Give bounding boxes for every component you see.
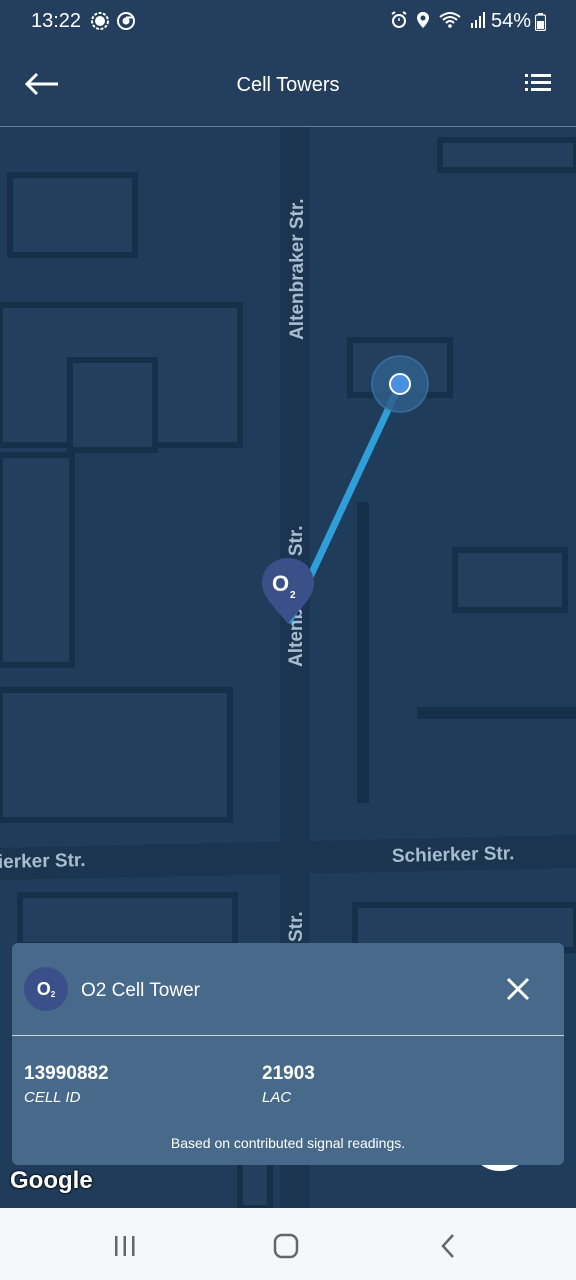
battery-percent: 54%	[490, 10, 531, 32]
system-nav-bar	[0, 1208, 576, 1280]
card-title: O2 Cell Tower	[81, 980, 200, 1001]
back-icon	[441, 1234, 454, 1258]
cell-id-stat: 13990882 CELL ID	[24, 1063, 109, 1106]
card-header: O 2 O2 Cell Tower	[12, 943, 564, 1036]
cell-signal-icon	[471, 12, 485, 28]
operator-avatar: O 2	[24, 967, 68, 1011]
status-icons-left	[90, 11, 136, 31]
lac-label: LAC	[262, 1089, 292, 1106]
signal-messenger-icon	[91, 12, 109, 30]
home-button[interactable]	[262, 1228, 310, 1264]
recents-icon	[115, 1236, 135, 1256]
system-back-button[interactable]	[424, 1228, 472, 1264]
battery-icon	[535, 12, 546, 31]
battery-indicator: 54%	[491, 10, 546, 33]
home-icon	[273, 1233, 299, 1259]
close-icon	[506, 977, 530, 1001]
cell-id-value: 13990882	[24, 1063, 109, 1084]
tower-info-card: O 2 O2 Cell Tower 13990882 CELL ID 21903…	[12, 943, 564, 1165]
list-icon	[525, 74, 551, 91]
lac-value: 21903	[262, 1063, 315, 1084]
close-button[interactable]	[502, 973, 534, 1005]
user-location-marker	[371, 355, 429, 413]
street-label-schierker-left: ierker Str.	[0, 850, 86, 873]
street-label-altenbraker-bottom: Str.	[286, 911, 307, 942]
status-bar: 13:22 54%	[0, 0, 576, 44]
street-label-schierker-right: Schierker Str.	[392, 843, 515, 867]
operator-avatar-letter: O	[36, 978, 51, 999]
svg-text:2: 2	[290, 590, 296, 601]
lac-stat: 21903 LAC	[262, 1063, 315, 1106]
status-icons-right	[390, 11, 486, 29]
street-label-altenbraker-top: Altenbraker Str.	[287, 199, 308, 341]
card-note: Based on contributed signal readings.	[170, 1135, 406, 1151]
alarm-icon	[391, 11, 407, 28]
wifi-icon	[439, 12, 461, 28]
svg-text:O: O	[272, 571, 289, 596]
location-icon	[417, 12, 429, 28]
recents-button[interactable]	[101, 1228, 149, 1264]
cell-id-label: CELL ID	[24, 1089, 81, 1106]
status-time: 13:22	[31, 10, 82, 32]
page-title: Cell Towers	[236, 74, 340, 96]
app-bar: Cell Towers	[0, 44, 576, 127]
operator-avatar-sub: 2	[50, 989, 56, 999]
google-attribution: Google	[10, 1167, 93, 1194]
tower-list-button[interactable]	[520, 68, 556, 98]
chrome-icon	[117, 12, 135, 30]
